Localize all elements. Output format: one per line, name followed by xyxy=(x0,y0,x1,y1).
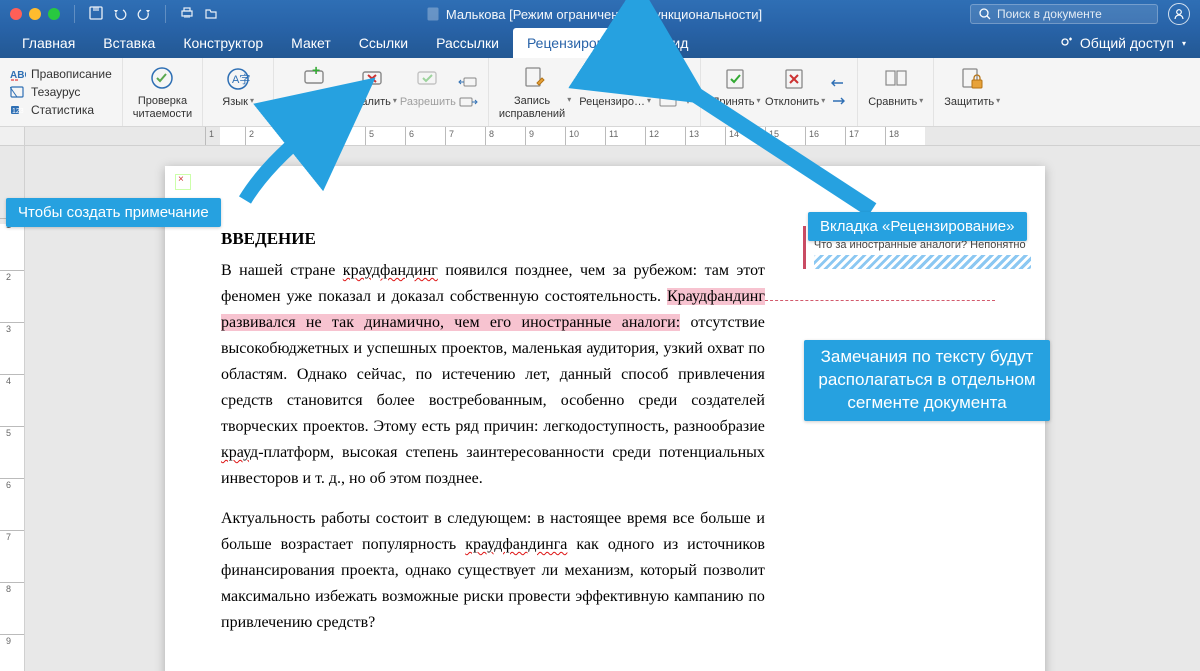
language-button[interactable]: A字 Язык▾ xyxy=(213,65,263,120)
minimize-window-icon[interactable] xyxy=(29,8,41,20)
new-comment-button[interactable]: + Создатьпримечание xyxy=(284,62,346,122)
tab-layout[interactable]: Макет xyxy=(277,28,345,58)
titlebar: Малькова [Режим ограниченной функциональ… xyxy=(0,0,1200,28)
annotation-create-comment: Чтобы создать примечание xyxy=(6,198,221,227)
redo-icon[interactable] xyxy=(137,6,151,23)
spelling-button[interactable]: ABCПравописание xyxy=(10,65,112,83)
window-title: Малькова [Режим ограниченной функциональ… xyxy=(228,7,960,22)
thesaurus-button[interactable]: Тезаурус xyxy=(10,83,112,101)
spell-error: крауд xyxy=(221,444,258,461)
paragraph-1: В нашей стране краудфандинг появился поз… xyxy=(221,258,765,492)
search-icon xyxy=(979,8,991,20)
divider xyxy=(165,5,166,23)
tab-design[interactable]: Конструктор xyxy=(169,28,277,58)
page-corner-icon xyxy=(175,174,191,190)
ribbon-group-readability: Проверкачитаемости xyxy=(123,58,203,126)
next-comment-button[interactable] xyxy=(458,93,478,111)
comment-connector xyxy=(765,300,995,301)
print-icon[interactable] xyxy=(180,6,194,23)
tab-references[interactable]: Ссылки xyxy=(345,28,422,58)
ribbon-group-comments: + Создатьпримечание Удалить▾ Разрешить xyxy=(274,58,489,126)
annotation-arrow-tab xyxy=(602,38,892,221)
readability-button[interactable]: Проверкачитаемости xyxy=(133,64,192,120)
divider xyxy=(74,5,75,23)
resolve-comment-button: Разрешить xyxy=(400,62,456,122)
comment-squiggle xyxy=(814,255,1031,269)
annotation-review-tab: Вкладка «Рецензирование» xyxy=(808,212,1027,241)
ribbon-group-language: A字 Язык▾ xyxy=(203,58,274,126)
quick-access-toolbar xyxy=(89,5,218,23)
svg-text:123: 123 xyxy=(12,108,24,115)
open-icon[interactable] xyxy=(204,6,218,23)
prev-comment-button[interactable] xyxy=(458,73,478,91)
ribbon: ABCПравописание Тезаурус 123Статистика П… xyxy=(0,58,1200,127)
tab-home[interactable]: Главная xyxy=(8,28,89,58)
horizontal-ruler[interactable]: 123456789101112131415161718 xyxy=(0,127,1200,146)
delete-comment-button[interactable]: Удалить▾ xyxy=(348,62,398,122)
svg-text:+: + xyxy=(312,65,320,78)
close-window-icon[interactable] xyxy=(10,8,22,20)
protect-button[interactable]: Защитить▾ xyxy=(944,65,1000,120)
svg-text:ABC: ABC xyxy=(10,70,26,81)
ribbon-group-proofing: ABCПравописание Тезаурус 123Статистика xyxy=(0,58,123,126)
ribbon-tabs: Главная Вставка Конструктор Макет Ссылки… xyxy=(0,28,1200,58)
paragraph-2: Актуальность работы состоит в следующем:… xyxy=(221,506,765,636)
tab-mailings[interactable]: Рассылки xyxy=(422,28,513,58)
tab-insert[interactable]: Вставка xyxy=(89,28,169,58)
zoom-window-icon[interactable] xyxy=(48,8,60,20)
word-count-button[interactable]: 123Статистика xyxy=(10,101,112,119)
ribbon-group-protect: Защитить▾ xyxy=(934,58,1010,126)
share-button[interactable]: Общий доступ ▾ xyxy=(1046,28,1200,58)
save-icon[interactable] xyxy=(89,6,103,23)
document-body[interactable]: ВВЕДЕНИЕ В нашей стране краудфандинг поя… xyxy=(165,166,795,671)
window-controls xyxy=(10,8,60,20)
search-input[interactable]: Поиск в документе xyxy=(970,4,1158,24)
undo-icon[interactable] xyxy=(113,6,127,23)
svg-text:A字: A字 xyxy=(232,72,250,86)
annotation-comments-area: Замечания по тексту будут располагаться … xyxy=(804,340,1050,421)
heading-intro: ВВЕДЕНИЕ xyxy=(221,226,765,252)
track-changes-button[interactable]: Записьисправлений▾ xyxy=(499,62,571,122)
annotation-arrow-create xyxy=(230,120,340,213)
user-account-icon[interactable] xyxy=(1168,3,1190,25)
spell-error: краудфандинг xyxy=(343,262,438,279)
spell-error: краудфандинга xyxy=(465,536,567,553)
